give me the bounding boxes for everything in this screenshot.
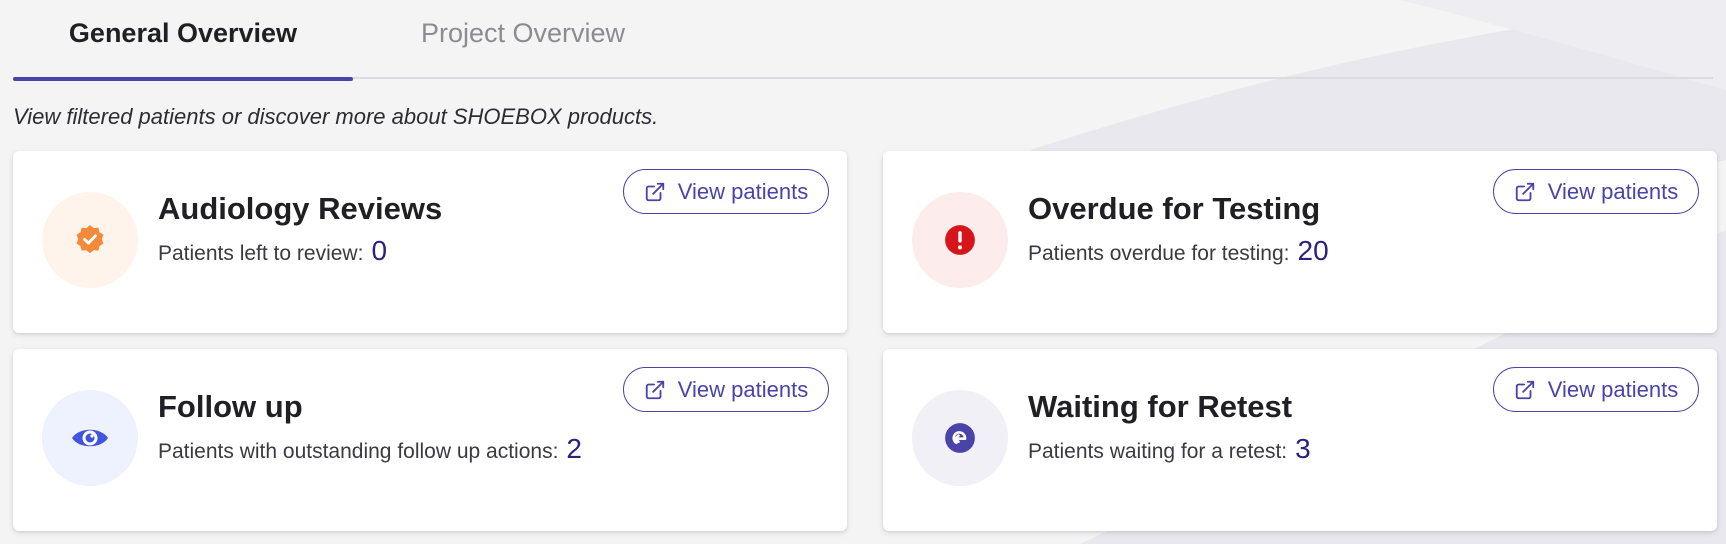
tab-project-overview[interactable]: Project Overview bbox=[408, 18, 638, 79]
tab-general-overview[interactable]: General Overview bbox=[13, 18, 353, 81]
tab-bar: General Overview Project Overview bbox=[13, 0, 1713, 81]
card-description: Patients with outstanding follow up acti… bbox=[158, 440, 559, 463]
card-follow-up: Follow up Patients with outstanding foll… bbox=[13, 349, 847, 531]
icon-circle bbox=[42, 390, 138, 486]
verified-badge-icon bbox=[76, 225, 104, 254]
eye-icon bbox=[72, 429, 108, 447]
view-patients-button[interactable]: View patients bbox=[1493, 367, 1699, 412]
view-patients-label: View patients bbox=[1547, 376, 1679, 402]
alert-circle-icon bbox=[945, 225, 975, 255]
page-subtitle: View filtered patients or discover more … bbox=[13, 104, 659, 129]
tab-general-overview-label: General Overview bbox=[68, 18, 298, 48]
external-link-icon bbox=[645, 182, 664, 201]
card-stat: Patients overdue for testing: 20 bbox=[1028, 235, 1329, 267]
icon-circle bbox=[912, 192, 1008, 288]
view-patients-label: View patients bbox=[1547, 178, 1679, 204]
card-count: 3 bbox=[1295, 433, 1311, 464]
dashboard-page: General Overview Project Overview View f… bbox=[0, 0, 1726, 544]
external-link-icon bbox=[645, 380, 664, 399]
card-description: Patients overdue for testing: bbox=[1028, 242, 1290, 265]
card-stat: Patients left to review: 0 bbox=[158, 235, 387, 267]
card-description: Patients left to review: bbox=[158, 242, 364, 265]
icon-circle bbox=[42, 192, 138, 288]
card-title: Overdue for Testing bbox=[1028, 191, 1321, 226]
view-patients-button[interactable]: View patients bbox=[623, 367, 829, 412]
card-audiology-reviews: Audiology Reviews Patients left to revie… bbox=[13, 151, 847, 333]
card-title: Waiting for Retest bbox=[1028, 389, 1293, 424]
view-patients-button[interactable]: View patients bbox=[623, 169, 829, 214]
retest-arrow-icon bbox=[945, 423, 975, 453]
card-count: 2 bbox=[566, 433, 582, 464]
card-waiting-for-retest: Waiting for Retest Patients waiting for … bbox=[883, 349, 1717, 531]
external-link-icon bbox=[1515, 182, 1534, 201]
tab-project-overview-label: Project Overview bbox=[420, 18, 626, 48]
card-count: 0 bbox=[371, 235, 388, 266]
icon-circle bbox=[912, 390, 1008, 486]
view-patients-label: View patients bbox=[677, 178, 809, 204]
card-title: Follow up bbox=[158, 389, 303, 424]
card-title: Audiology Reviews bbox=[158, 191, 443, 226]
external-link-icon bbox=[1515, 380, 1534, 399]
view-patients-button[interactable]: View patients bbox=[1493, 169, 1699, 214]
card-description: Patients waiting for a retest: bbox=[1028, 440, 1288, 463]
view-patients-label: View patients bbox=[677, 376, 809, 402]
card-stat: Patients with outstanding follow up acti… bbox=[158, 433, 582, 465]
card-overdue-for-testing: Overdue for Testing Patients overdue for… bbox=[883, 151, 1717, 333]
card-count: 20 bbox=[1297, 235, 1329, 266]
card-stat: Patients waiting for a retest: 3 bbox=[1028, 433, 1311, 465]
